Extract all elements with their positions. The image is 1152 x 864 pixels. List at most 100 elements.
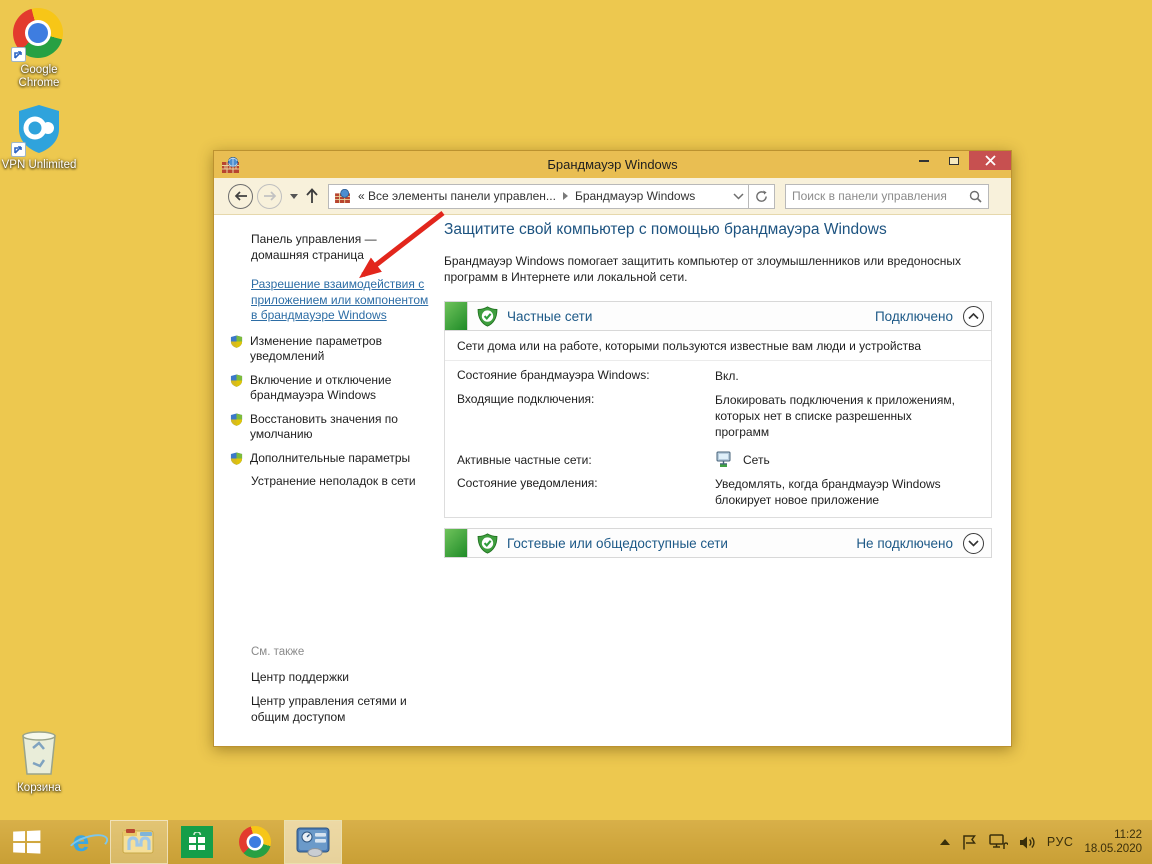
green-shield-check-icon [477, 306, 498, 327]
forward-arrow-icon [263, 190, 277, 202]
chevron-down-icon [968, 540, 979, 547]
search-box[interactable] [785, 184, 989, 209]
main-panel: Защитите свой компьютер с помощью брандм… [444, 215, 992, 746]
taskbar: e [0, 820, 1152, 864]
taskbar-internet-explorer[interactable]: e [52, 820, 110, 864]
tray-volume-icon[interactable] [1019, 835, 1036, 850]
close-button[interactable] [969, 151, 1011, 170]
clock-date: 18.05.2020 [1084, 842, 1142, 856]
detail-label: Входящие подключения: [457, 392, 715, 440]
see-also-section: См. также Центр поддержки Центр управлен… [251, 645, 431, 725]
sidebar-item-label: Включение и отключение брандмауэра Windo… [250, 373, 422, 404]
forward-button[interactable] [257, 184, 282, 209]
sidebar-item-label: Дополнительные параметры [250, 451, 410, 467]
see-also-heading: См. также [251, 645, 431, 661]
desktop-icon-label: Google Chrome [0, 64, 78, 90]
firewall-location-icon [335, 189, 350, 203]
detail-row-firewall-state: Состояние брандмауэра Windows: Вкл. [445, 361, 991, 385]
refresh-icon [755, 190, 768, 203]
private-networks-subtitle: Сети дома или на работе, которыми пользу… [445, 331, 991, 361]
desktop-icon-chrome[interactable]: Google Chrome [0, 8, 78, 90]
desktop-icon-label: VPN Unlimited [0, 159, 78, 172]
system-tray: РУС 11:22 18.05.2020 [940, 828, 1152, 856]
sidebar-link-allow-app[interactable]: Разрешение взаимодействия с приложением … [251, 277, 429, 324]
internet-explorer-icon: e [73, 827, 90, 857]
detail-row-active-networks: Активные частные сети: Сеть [445, 441, 991, 469]
sidebar: Панель управления — домашняя страница Ра… [214, 215, 444, 746]
sidebar-item-restore-defaults[interactable]: Восстановить значения по умолчанию [230, 412, 422, 443]
address-dropdown-icon[interactable] [733, 193, 744, 200]
sidebar-link-network-sharing-center[interactable]: Центр управления сетями и общим доступом [251, 694, 421, 725]
close-icon [985, 155, 996, 166]
network-icon [715, 451, 733, 468]
language-indicator[interactable]: РУС [1047, 835, 1074, 849]
taskbar-file-explorer[interactable] [110, 820, 168, 864]
detail-value: Сеть [743, 452, 770, 468]
breadcrumb-separator-icon [563, 192, 568, 200]
private-networks-header[interactable]: Частные сети Подключено [444, 301, 992, 331]
guest-networks-status: Не подключено [856, 536, 953, 551]
private-networks-title: Частные сети [507, 309, 592, 324]
page-description: Брандмауэр Windows помогает защитить ком… [444, 253, 968, 285]
taskbar-chrome[interactable] [226, 820, 284, 864]
recent-pages-dropdown[interactable] [290, 194, 298, 199]
breadcrumb-current[interactable]: Брандмауэр Windows [573, 189, 697, 203]
expand-button[interactable] [963, 533, 984, 554]
sidebar-item-label: Изменение параметров уведомлений [250, 334, 422, 365]
refresh-button[interactable] [749, 184, 775, 209]
desktop-icon-recycle-bin[interactable]: Корзина [0, 726, 78, 795]
minimize-button[interactable] [909, 151, 939, 170]
detail-row-notification-state: Состояние уведомления: Уведомлять, когда… [445, 469, 991, 509]
sidebar-item-change-notification-settings[interactable]: Изменение параметров уведомлений [230, 334, 422, 365]
back-button[interactable] [228, 184, 253, 209]
maximize-button[interactable] [939, 151, 969, 170]
collapse-button[interactable] [963, 306, 984, 327]
back-arrow-icon [234, 190, 248, 202]
uac-shield-icon [230, 374, 243, 387]
tray-show-hidden-icons[interactable] [940, 839, 950, 845]
page-title: Защитите свой компьютер с помощью брандм… [444, 221, 992, 239]
clock-time: 11:22 [1084, 828, 1142, 842]
detail-value: Вкл. [715, 368, 739, 384]
private-networks-status: Подключено [875, 309, 953, 324]
private-networks-details: Сети дома или на работе, которыми пользу… [444, 331, 992, 518]
titlebar[interactable]: Брандмауэр Windows [214, 151, 1011, 178]
action-center-flag-icon[interactable] [961, 834, 978, 851]
sidebar-link-action-center[interactable]: Центр поддержки [251, 670, 421, 686]
window-title: Брандмауэр Windows [214, 157, 1011, 172]
shortcut-arrow-icon [11, 142, 26, 157]
sidebar-item-advanced-settings[interactable]: Дополнительные параметры [230, 451, 422, 467]
tray-network-icon[interactable] [989, 834, 1008, 850]
green-shield-check-icon [477, 533, 498, 554]
detail-value: Уведомлять, когда брандмауэр Windows бло… [715, 476, 965, 508]
breadcrumb-root[interactable]: « Все элементы панели управлен... [356, 189, 558, 203]
taskbar-windows-store[interactable] [168, 820, 226, 864]
up-button[interactable] [304, 187, 320, 205]
tray-clock[interactable]: 11:22 18.05.2020 [1084, 828, 1142, 856]
desktop-icon-label: Корзина [0, 782, 78, 795]
detail-value: Блокировать подключения к приложениям, к… [715, 392, 965, 440]
start-button[interactable] [0, 820, 52, 864]
search-input[interactable] [786, 189, 969, 203]
sidebar-item-turn-firewall-on-off[interactable]: Включение и отключение брандмауэра Windo… [230, 373, 422, 404]
detail-row-incoming-connections: Входящие подключения: Блокировать подклю… [445, 385, 991, 441]
chevron-up-icon [968, 313, 979, 320]
uac-shield-icon [230, 452, 243, 465]
sidebar-item-control-panel-home[interactable]: Панель управления — домашняя страница [251, 232, 421, 263]
minimize-icon [919, 160, 929, 162]
navigation-bar: « Все элементы панели управлен... Брандм… [214, 178, 1011, 215]
guest-networks-title: Гостевые или общедоступные сети [507, 536, 728, 551]
desktop: Google Chrome VPN Unlimited Корзина [0, 0, 1152, 864]
sidebar-item-troubleshoot-network[interactable]: Устранение неполадок в сети [251, 474, 422, 490]
windows-store-icon [181, 826, 213, 858]
control-panel-icon [295, 827, 331, 857]
search-icon [969, 190, 982, 203]
address-bar[interactable]: « Все элементы панели управлен... Брандм… [328, 184, 749, 209]
guest-networks-header[interactable]: Гостевые или общедоступные сети Не подкл… [444, 528, 992, 558]
detail-label: Состояние уведомления: [457, 476, 715, 508]
taskbar-control-panel-active[interactable] [284, 820, 342, 864]
detail-label: Состояние брандмауэра Windows: [457, 368, 715, 384]
uac-shield-icon [230, 413, 243, 426]
desktop-icon-vpn[interactable]: VPN Unlimited [0, 103, 78, 172]
chrome-icon [239, 826, 271, 858]
